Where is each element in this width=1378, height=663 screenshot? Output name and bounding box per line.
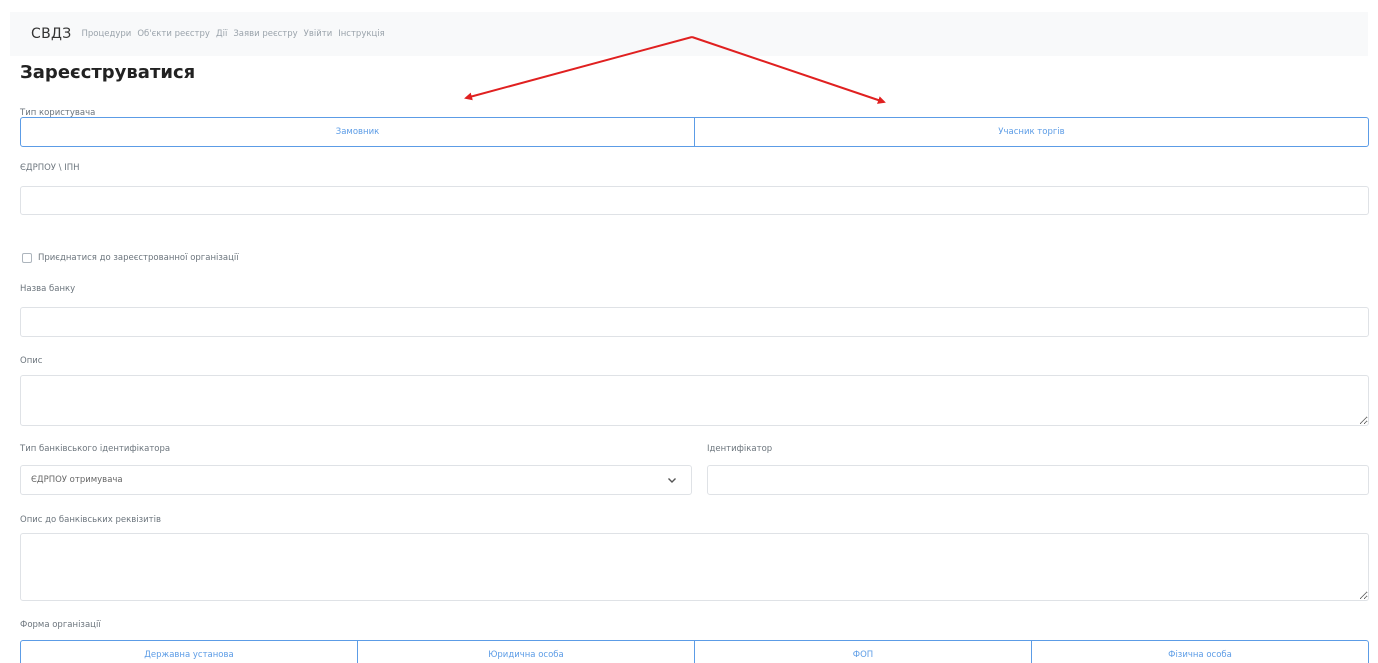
user-type-bidder-button[interactable]: Учасник торгів	[695, 118, 1368, 146]
user-type-customer-button[interactable]: Замовник	[21, 118, 695, 146]
chevron-down-icon	[668, 478, 676, 483]
nav-item-registry-requests[interactable]: Заяви реєстру	[233, 29, 297, 39]
nav-item-instructions[interactable]: Інструкція	[338, 29, 385, 39]
bank-id-type-selected-value: ЄДРПОУ отримувача	[31, 475, 123, 485]
nav-item-login[interactable]: Увійти	[304, 29, 333, 39]
description-label: Опис	[20, 356, 43, 366]
org-form-label: Форма організації	[20, 620, 101, 630]
user-type-toggle: Замовник Учасник торгів	[20, 117, 1369, 147]
navbar-brand[interactable]: СВДЗ	[31, 26, 72, 42]
edrpou-input[interactable]	[20, 186, 1369, 215]
description-textarea[interactable]	[20, 375, 1369, 426]
org-form-legal-entity-button[interactable]: Юридична особа	[358, 641, 695, 663]
bank-details-description-label: Опис до банківських реквізитів	[20, 515, 162, 525]
edrpou-label: ЄДРПОУ \ ІПН	[20, 163, 80, 173]
org-form-state-institution-button[interactable]: Державна установа	[21, 641, 358, 663]
join-org-label: Приєднатися до зареєстрованної організац…	[38, 253, 239, 263]
page-title: Зареєструватися	[20, 62, 196, 83]
org-form-toggle: Державна установа Юридична особа ФОП Фіз…	[20, 640, 1369, 663]
identifier-label: Ідентифікатор	[707, 444, 773, 454]
org-form-individual-button[interactable]: Фізична особа	[1032, 641, 1368, 663]
bank-name-input[interactable]	[20, 307, 1369, 337]
bank-name-label: Назва банку	[20, 284, 76, 294]
top-navbar: СВДЗ Процедури Об'єкти реєстру Дії Заяви…	[10, 12, 1368, 56]
bank-details-description-textarea[interactable]	[20, 533, 1369, 601]
nav-item-actions[interactable]: Дії	[216, 29, 227, 39]
bank-id-type-label: Тип банківського ідентифікатора	[20, 444, 171, 454]
nav-item-registry-objects[interactable]: Об'єкти реєстру	[137, 29, 210, 39]
org-form-fop-button[interactable]: ФОП	[695, 641, 1032, 663]
join-org-checkbox[interactable]	[22, 253, 32, 263]
identifier-input[interactable]	[707, 465, 1369, 495]
nav-item-procedures[interactable]: Процедури	[82, 29, 132, 39]
bank-id-type-select[interactable]: ЄДРПОУ отримувача	[20, 465, 692, 495]
